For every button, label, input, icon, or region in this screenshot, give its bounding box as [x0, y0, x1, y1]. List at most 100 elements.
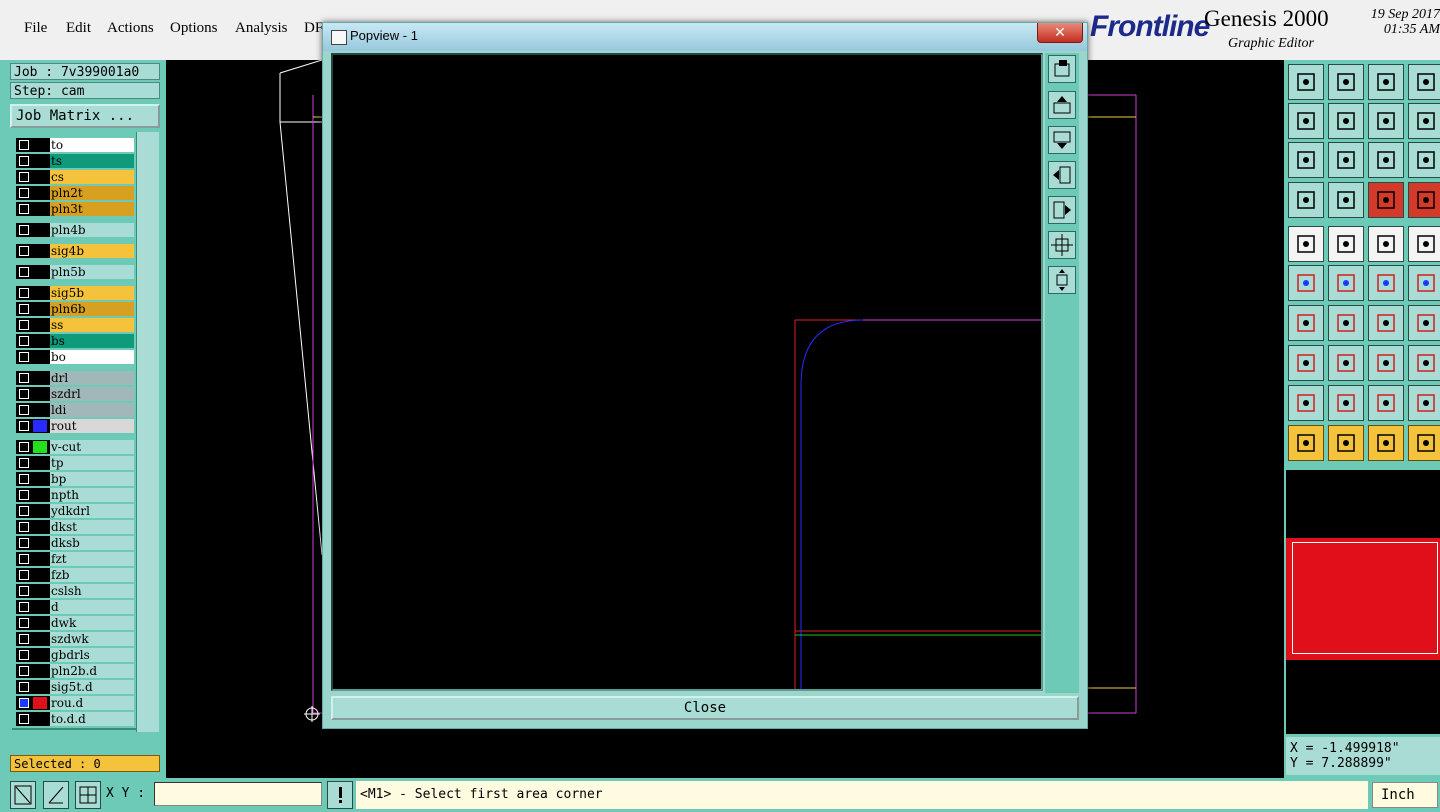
copy-features-button[interactable] [1408, 345, 1440, 381]
layer-row-sig5b[interactable]: sig5b [16, 286, 134, 300]
layer-checkbox[interactable] [19, 602, 29, 612]
layer-checkbox[interactable] [19, 682, 29, 692]
layer-row-fzt[interactable]: fzt [16, 552, 134, 566]
menu-analysis[interactable]: Analysis [235, 20, 288, 37]
polygon-1-button[interactable] [1288, 385, 1324, 421]
info-button[interactable] [327, 781, 353, 809]
layer-checkbox[interactable] [19, 172, 29, 182]
zoom-in-button[interactable] [1288, 103, 1324, 139]
layer-checkbox[interactable] [19, 304, 29, 314]
layer-checkbox[interactable] [19, 698, 29, 708]
zoom-center-button[interactable] [1328, 142, 1364, 178]
layer-checkbox[interactable] [19, 246, 29, 256]
layer-checkbox[interactable] [19, 352, 29, 362]
circle-pad-button[interactable] [1408, 226, 1440, 262]
layout-button[interactable] [1408, 64, 1440, 100]
layer-row-pln6b[interactable]: pln6b [16, 302, 134, 316]
layer-row-bo[interactable]: bo [16, 350, 134, 364]
display-layers-button[interactable] [1368, 182, 1404, 218]
layer-checkbox[interactable] [19, 320, 29, 330]
pan-up-button[interactable] [1048, 91, 1076, 119]
xy-input[interactable] [154, 782, 322, 806]
layer-checkbox[interactable] [19, 405, 29, 415]
layer-checkbox[interactable] [19, 458, 29, 468]
menu-df[interactable]: DF [304, 20, 323, 37]
arc-rotate-button[interactable] [1368, 305, 1404, 341]
layer-row-bs[interactable]: bs [16, 334, 134, 348]
layer-row-d[interactable]: d [16, 600, 134, 614]
popview-titlebar[interactable]: Popview - 1 ✕ [323, 23, 1087, 51]
layer-row-dkst[interactable]: dkst [16, 520, 134, 534]
redraw-button[interactable] [1408, 103, 1440, 139]
layer-row-fzb[interactable]: fzb [16, 568, 134, 582]
scale-1to2-button[interactable] [1368, 142, 1404, 178]
layer-checkbox[interactable] [19, 714, 29, 724]
undo-zoom-button[interactable] [1368, 103, 1404, 139]
zoom-fit-button[interactable] [1048, 231, 1076, 259]
layer-checkbox[interactable] [19, 389, 29, 399]
layer-row-dksb[interactable]: dksb [16, 536, 134, 550]
layer-checkbox[interactable] [19, 634, 29, 644]
layer-row-to[interactable]: to [16, 138, 134, 152]
layer-checkbox[interactable] [19, 225, 29, 235]
select-net-button[interactable] [1408, 425, 1440, 461]
popview-canvas[interactable] [331, 53, 1043, 691]
layer-checkbox[interactable] [19, 474, 29, 484]
layer-checkbox[interactable] [19, 336, 29, 346]
layer-row-pln2b.d[interactable]: pln2b.d [16, 664, 134, 678]
layer-row-cslsh[interactable]: cslsh [16, 584, 134, 598]
select-poly-button[interactable] [1368, 425, 1404, 461]
zoom-out-button[interactable] [1328, 103, 1364, 139]
layer-checkbox[interactable] [19, 506, 29, 516]
units-select[interactable]: Inch [1372, 782, 1438, 808]
menu-options[interactable]: Options [170, 20, 218, 37]
pan-right-button[interactable] [1048, 196, 1076, 224]
layer-row-pln5b[interactable]: pln5b [16, 265, 134, 279]
layer-checkbox[interactable] [19, 666, 29, 676]
layer-row-npth[interactable]: npth [16, 488, 134, 502]
rotate-button[interactable] [1408, 265, 1440, 301]
center-snap-button[interactable] [1368, 345, 1404, 381]
open-job-button[interactable] [1288, 64, 1324, 100]
menu-actions[interactable]: Actions [107, 20, 154, 37]
overview-thumbnail[interactable] [1286, 538, 1440, 660]
layer-checkbox[interactable] [19, 554, 29, 564]
layer-row-ts[interactable]: ts [16, 154, 134, 168]
draw-arc-button[interactable] [1328, 305, 1364, 341]
snap-button[interactable] [10, 781, 36, 809]
split-feature-button[interactable] [1408, 305, 1440, 341]
layer-checkbox[interactable] [19, 140, 29, 150]
layer-checkbox[interactable] [19, 373, 29, 383]
layer-row-sig4b[interactable]: sig4b [16, 244, 134, 258]
layer-row-rou.d[interactable]: rou.d [16, 696, 134, 710]
layer-checkbox[interactable] [19, 188, 29, 198]
layer-row-sig5t.d[interactable]: sig5t.d [16, 680, 134, 694]
measure-button[interactable] [43, 781, 69, 809]
layer-scrollbar[interactable] [136, 132, 159, 732]
add-pad-button[interactable] [1288, 226, 1324, 262]
layer-row-to.d.d[interactable]: to.d.d [16, 712, 134, 726]
layer-row-rout[interactable]: rout [16, 419, 134, 433]
layer-row-ydkdrl[interactable]: ydkdrl [16, 504, 134, 518]
window-close-button[interactable]: ✕ [1037, 23, 1083, 43]
layer-row-bp[interactable]: bp [16, 472, 134, 486]
layer-checkbox[interactable] [19, 421, 29, 431]
pan-left-button[interactable] [1048, 161, 1076, 189]
layer-checkbox[interactable] [19, 650, 29, 660]
add-line-button[interactable] [1328, 226, 1364, 262]
layer-checkbox[interactable] [19, 618, 29, 628]
menu-edit[interactable]: Edit [66, 20, 91, 37]
layer-row-ss[interactable]: ss [16, 318, 134, 332]
popview-close-button[interactable]: Close [331, 696, 1079, 720]
layer-row-tp[interactable]: tp [16, 456, 134, 470]
pan-down-button[interactable] [1048, 126, 1076, 154]
polygon-2-button[interactable] [1328, 385, 1364, 421]
layer-row-drl[interactable]: drl [16, 371, 134, 385]
help-button[interactable] [1408, 142, 1440, 178]
layer-row-v-cut[interactable]: v-cut [16, 440, 134, 454]
cross-button[interactable] [1328, 265, 1364, 301]
polygon-4-button[interactable] [1408, 385, 1440, 421]
layer-row-szdrl[interactable]: szdrl [16, 387, 134, 401]
grid-button[interactable] [75, 781, 101, 809]
pointer-button[interactable] [1288, 425, 1324, 461]
